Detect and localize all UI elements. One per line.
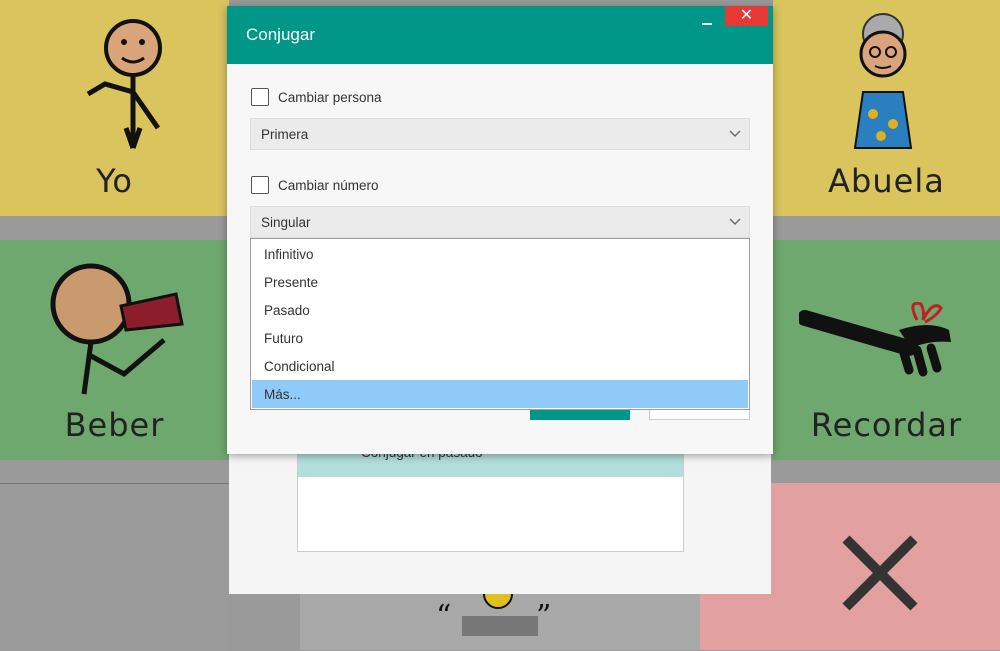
close-x-icon <box>842 535 918 611</box>
change-number-checkbox[interactable] <box>251 176 269 194</box>
dropdown-option-label: Infinitivo <box>264 247 314 262</box>
person-pointing-self-icon <box>86 19 162 149</box>
tile-label-beber: Beber <box>64 406 165 444</box>
number-select-value: Singular <box>261 215 311 230</box>
dropdown-option-futuro[interactable]: Futuro <box>252 324 748 352</box>
tile-recordar[interactable]: Recordar <box>773 240 1000 460</box>
number-select[interactable]: Singular <box>250 206 750 238</box>
change-number-label: Cambiar número <box>278 177 379 193</box>
tile-beber[interactable]: Beber <box>0 240 229 460</box>
tense-dropdown-list: Infinitivo Presente Pasado Futuro Condic… <box>250 238 750 410</box>
dropdown-option-pasado[interactable]: Pasado <box>252 296 748 324</box>
dropdown-option-mas[interactable]: Más... <box>252 380 748 408</box>
action-list: Conjugar en pasado <box>297 440 684 552</box>
dialog-title: Conjugar <box>246 25 315 44</box>
dropdown-option-presente[interactable]: Presente <box>252 268 748 296</box>
svg-text:“: “ <box>436 599 451 634</box>
quote-clock-icon: “ ” <box>436 594 551 636</box>
grandmother-icon <box>853 13 913 149</box>
person-drinking-icon <box>50 263 184 395</box>
change-person-row: Cambiar persona <box>251 87 382 107</box>
dropdown-option-label: Más... <box>264 387 301 402</box>
minimize-icon[interactable] <box>697 10 717 30</box>
change-person-label: Cambiar persona <box>278 89 382 105</box>
dropdown-option-label: Futuro <box>264 331 304 346</box>
dropdown-option-label: Presente <box>264 275 319 290</box>
person-select[interactable]: Primera <box>250 118 750 150</box>
dropdown-option-condicional[interactable]: Condicional <box>252 352 748 380</box>
dropdown-option-infinitivo[interactable]: Infinitivo <box>252 240 748 268</box>
change-number-row: Cambiar número <box>251 175 379 195</box>
chevron-down-icon <box>729 130 741 137</box>
close-button[interactable]: ✕ <box>725 6 768 26</box>
tile-label-yo: Yo <box>96 162 133 200</box>
finger-with-ribbon-icon <box>799 301 951 377</box>
tile-label-abuela: Abuela <box>828 162 945 200</box>
tile-label-recordar: Recordar <box>810 406 963 444</box>
person-select-value: Primera <box>261 127 309 142</box>
dropdown-option-label: Condicional <box>264 359 335 374</box>
dialog-header: Conjugar ✕ <box>227 6 773 64</box>
tile-bottom-center: “ ” <box>300 594 700 650</box>
cancel-button[interactable] <box>649 410 750 420</box>
svg-text:”: ” <box>536 599 551 634</box>
dropdown-option-label: Pasado <box>264 303 310 318</box>
tile-abuela[interactable]: Abuela <box>773 0 1000 216</box>
chevron-down-icon <box>729 218 741 225</box>
change-person-checkbox[interactable] <box>251 88 269 106</box>
tile-yo[interactable]: Yo <box>0 0 229 216</box>
tile-gray-left <box>0 483 229 651</box>
ok-button[interactable] <box>530 410 630 420</box>
